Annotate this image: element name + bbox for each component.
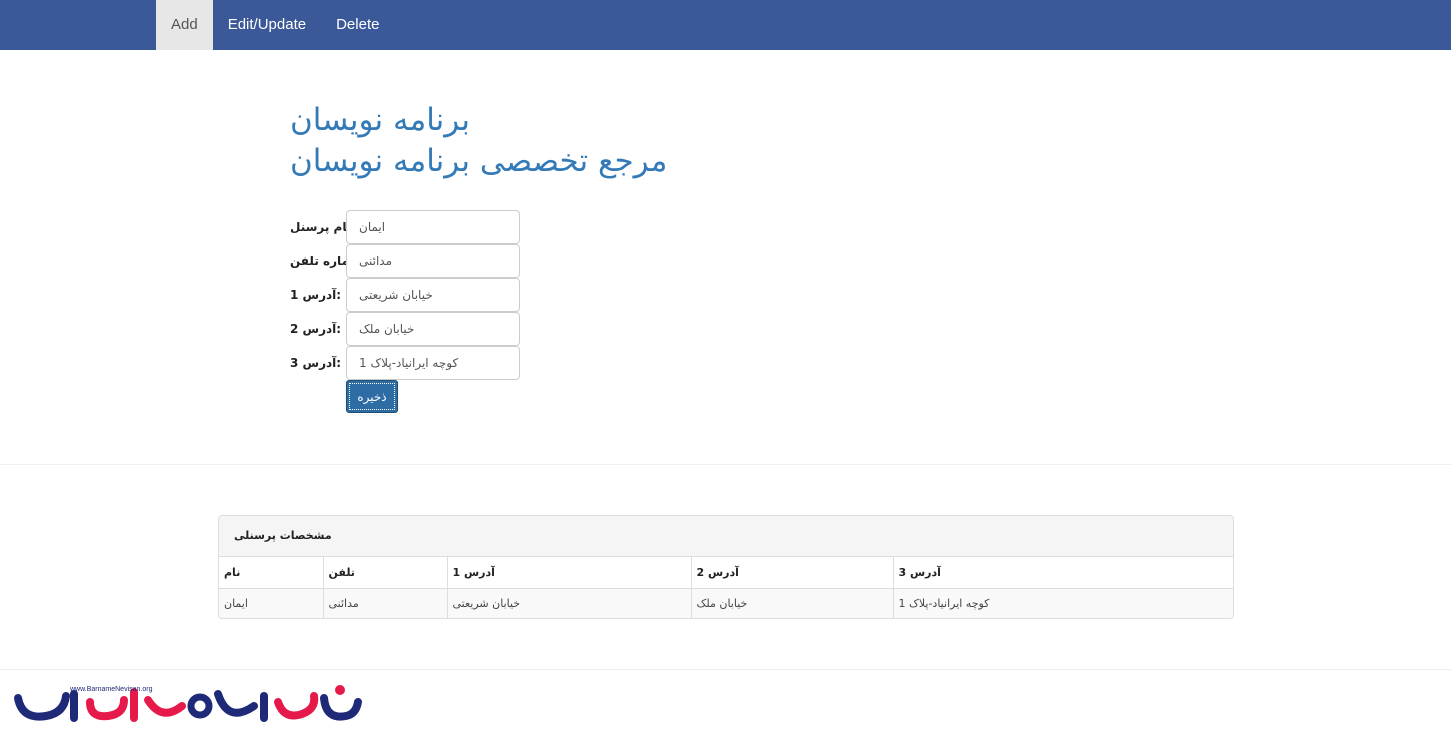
address3-input[interactable] <box>346 346 520 380</box>
form-row-phone: :شماره تلفن <box>290 244 530 278</box>
panel-title: مشخصات پرسنلی <box>219 516 1233 557</box>
save-button[interactable]: ذخیره <box>346 380 398 413</box>
site-subtitle: مرجع تخصصی برنامه نویسان <box>290 143 668 179</box>
address1-input[interactable] <box>346 278 520 312</box>
form-row-address1: :آدرس 1 <box>290 278 530 312</box>
tab-add[interactable]: Add <box>156 0 213 50</box>
barnamenevisan-logo-icon: www.BarnameNevisan.org <box>14 685 362 722</box>
column-header-address1: آدرس 1 <box>447 557 692 589</box>
cell-address3: کوچه ایرانیاد-پلاک 1 <box>893 588 1233 618</box>
column-header-name: نام <box>219 557 324 589</box>
cell-name: ایمان <box>219 588 324 618</box>
site-title: برنامه نویسان <box>290 102 471 138</box>
nav-tabs: Add Edit/Update Delete <box>156 0 394 50</box>
logo-url-text: www.BarnameNevisan.org <box>69 686 153 693</box>
personnel-form: :نام پرسنل :شماره تلفن :آدرس 1 :آدرس 2 :… <box>290 210 530 413</box>
cell-phone: مدائنی <box>323 588 448 618</box>
tab-delete[interactable]: Delete <box>321 0 394 50</box>
table-row[interactable]: ایمان مدائنی خیابان شریعتی خیابان ملک کو… <box>219 588 1233 618</box>
address2-label: :آدرس 2 <box>290 322 342 336</box>
personnel-table: نام تلفن آدرس 1 آدرس 2 آدرس 3 ایمان مدائ… <box>219 557 1233 618</box>
table-header-row: نام تلفن آدرس 1 آدرس 2 آدرس 3 <box>219 557 1233 589</box>
column-header-phone: تلفن <box>323 557 448 589</box>
form-row-name: :نام پرسنل <box>290 210 530 244</box>
column-header-address3: آدرس 3 <box>893 557 1233 589</box>
top-navbar: Add Edit/Update Delete <box>0 0 1451 50</box>
cell-address2: خیابان ملک <box>691 588 894 618</box>
form-row-address2: :آدرس 2 <box>290 312 530 346</box>
tab-edit-update[interactable]: Edit/Update <box>213 0 321 50</box>
name-input[interactable] <box>346 210 520 244</box>
page-heading: برنامه نویسان مرجع تخصصی برنامه نویسان <box>290 100 690 182</box>
cell-address1: خیابان شریعتی <box>447 588 692 618</box>
phone-input[interactable] <box>346 244 520 278</box>
section-divider <box>0 464 1451 465</box>
address2-input[interactable] <box>346 312 520 346</box>
barnamenevisan-logo[interactable]: www.BarnameNevisan.org <box>12 680 364 728</box>
personnel-panel: مشخصات پرسنلی نام تلفن آدرس 1 آدرس 2 آدر… <box>218 515 1234 619</box>
column-header-address2: آدرس 2 <box>691 557 894 589</box>
form-row-address3: :آدرس 3 <box>290 346 530 380</box>
address3-label: :آدرس 3 <box>290 356 342 370</box>
address1-label: :آدرس 1 <box>290 288 342 302</box>
footer-divider <box>0 669 1451 670</box>
